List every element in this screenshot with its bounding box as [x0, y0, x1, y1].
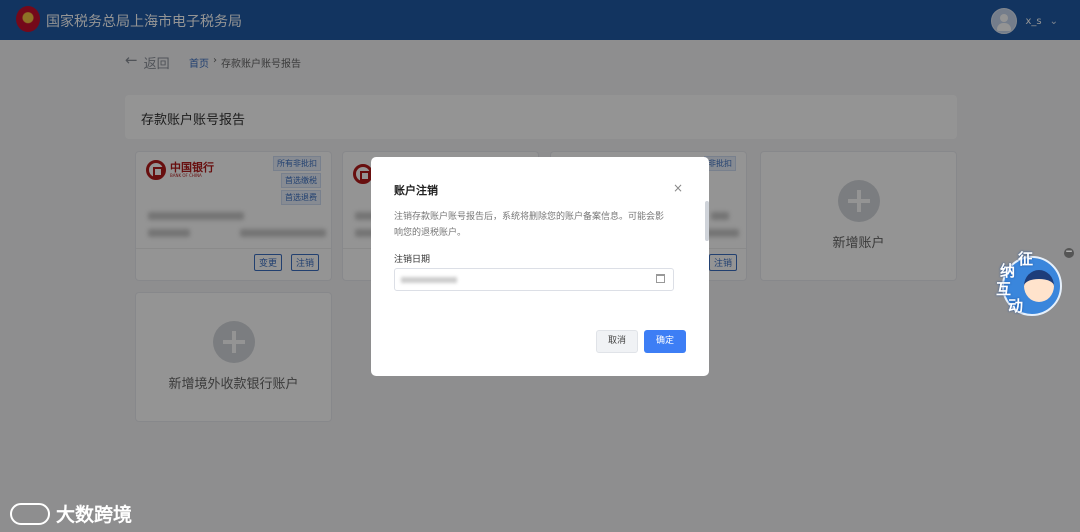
redacted-date-value: [401, 277, 457, 283]
watermark-logo-icon: [10, 502, 50, 525]
cancel-date-input[interactable]: [394, 268, 674, 291]
dialog-description: 注销存款账户账号报告后，系统将删除您的账户备案信息。可能会影响您的退税账户。: [394, 212, 665, 238]
scrollbar[interactable]: [705, 201, 709, 241]
watermark: 大数跨境: [10, 500, 132, 527]
confirm-button[interactable]: 确定: [644, 330, 686, 353]
cancel-button[interactable]: 取消: [596, 330, 638, 353]
calendar-icon[interactable]: [656, 274, 665, 283]
mascot-char: 动: [1008, 297, 1024, 315]
mascot-character-icon[interactable]: [1024, 270, 1054, 302]
interaction-mascot-widget[interactable]: 征 纳 互 动 −: [994, 248, 1074, 320]
minimize-icon[interactable]: −: [1064, 248, 1074, 258]
dialog-title: 账户注销: [394, 184, 438, 197]
watermark-text: 大数跨境: [56, 504, 133, 526]
cancel-account-dialog: 账户注销 × 注销存款账户账号报告后，系统将删除您的账户备案信息。可能会影响您的…: [371, 157, 709, 376]
date-label: 注销日期: [394, 255, 431, 265]
mascot-char: 征: [1018, 250, 1034, 268]
close-icon[interactable]: ×: [673, 181, 683, 195]
